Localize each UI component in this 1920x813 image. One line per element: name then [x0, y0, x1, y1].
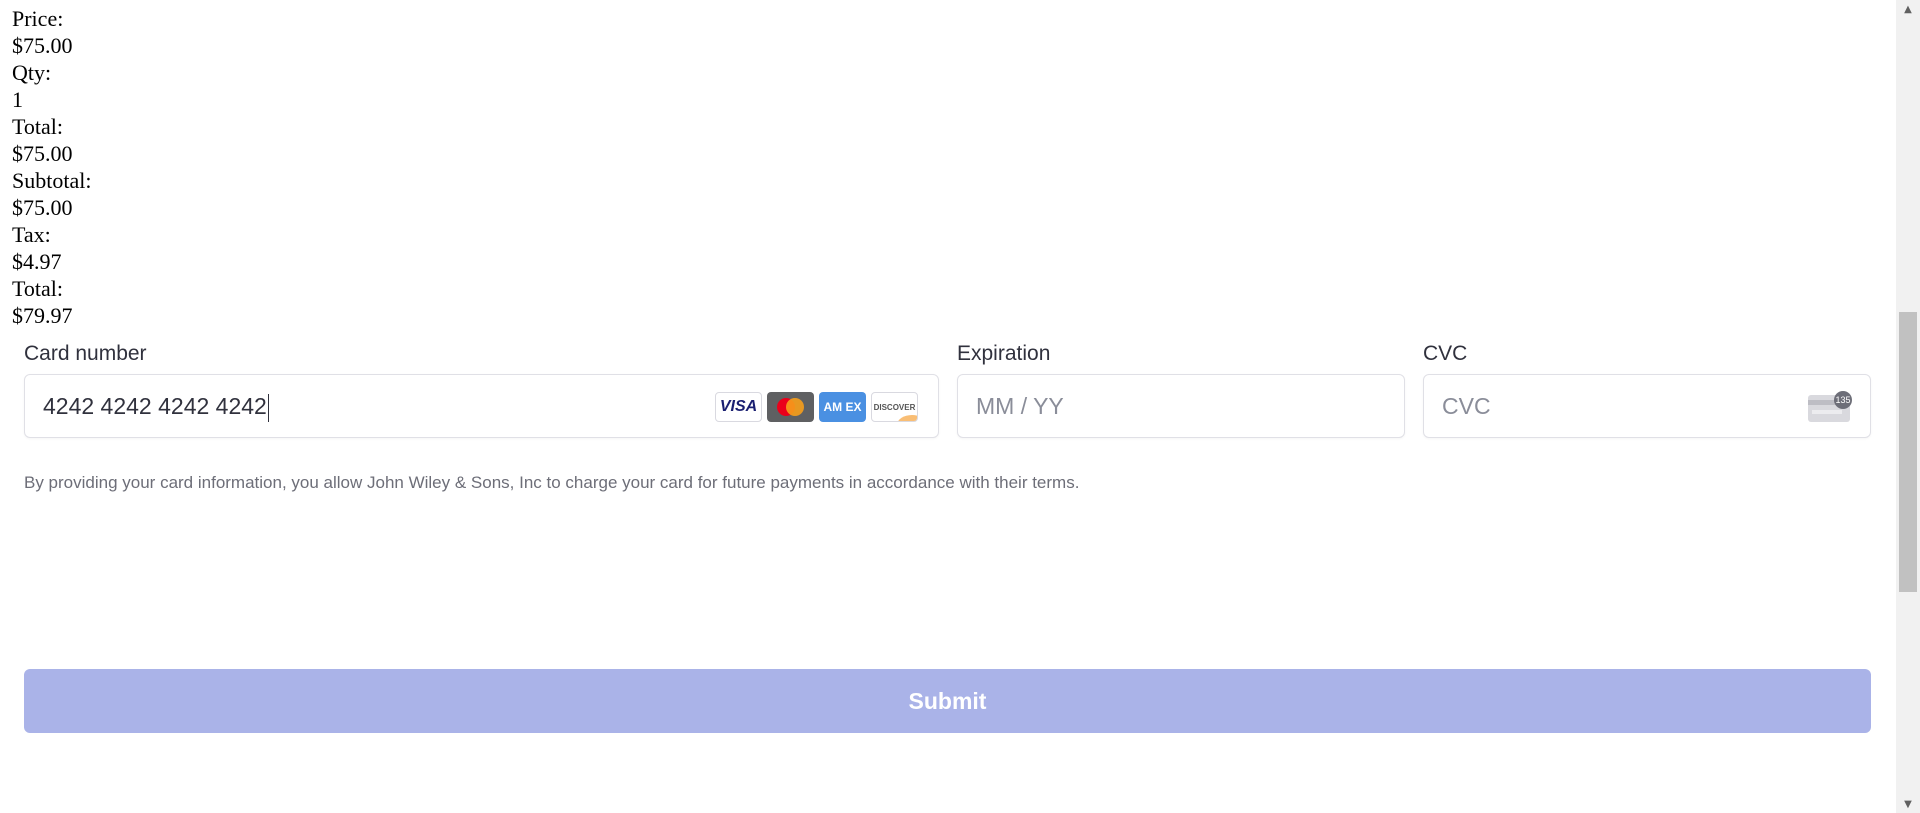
- card-number-field[interactable]: 4242 4242 4242 4242 VISA AM EX DISCOVER: [24, 374, 939, 438]
- line-total-label: Total:: [12, 114, 64, 139]
- tax-value: $4.97: [12, 249, 62, 274]
- card-number-value: 4242 4242 4242 4242: [43, 393, 267, 419]
- vertical-scrollbar[interactable]: ▲ ▼: [1896, 0, 1920, 813]
- discover-icon-text: DISCOVER: [873, 402, 916, 412]
- mastercard-icon: [767, 392, 814, 422]
- discover-icon: DISCOVER: [871, 392, 918, 422]
- expiration-input[interactable]: MM / YY: [976, 375, 1064, 437]
- qty-label: Qty:: [12, 60, 52, 85]
- expiration-field[interactable]: MM / YY: [957, 374, 1405, 438]
- tax-label: Tax:: [12, 222, 51, 247]
- line-total-value: $75.00: [12, 141, 73, 166]
- cvc-field[interactable]: CVC 135: [1423, 374, 1871, 438]
- qty-value: 1: [12, 87, 23, 112]
- submit-button[interactable]: Submit: [24, 669, 1871, 733]
- scroll-down-arrow-icon[interactable]: ▼: [1896, 795, 1920, 813]
- text-caret: [267, 393, 270, 422]
- cvc-input[interactable]: CVC: [1442, 375, 1491, 437]
- subtotal-value: $75.00: [12, 195, 73, 220]
- card-number-input[interactable]: 4242 4242 4242 4242: [43, 375, 270, 437]
- amex-icon: AM EX: [819, 392, 866, 422]
- subtotal-label: Subtotal:: [12, 168, 92, 193]
- visa-icon: VISA: [715, 392, 762, 422]
- order-summary: Price: $75.00 Qty: 1 Total: $75.00 Subto…: [12, 5, 91, 329]
- grand-total-value: $79.97: [12, 303, 73, 328]
- cvc-card-icon: 135: [1808, 391, 1852, 422]
- card-brand-icons: VISA AM EX DISCOVER: [715, 392, 918, 422]
- scrollbar-thumb[interactable]: [1899, 312, 1917, 592]
- cvc-icon-digits: 135: [1835, 395, 1850, 405]
- cvc-label: CVC: [1423, 342, 1468, 365]
- price-value: $75.00: [12, 33, 73, 58]
- card-number-label: Card number: [24, 342, 147, 365]
- card-terms-text: By providing your card information, you …: [24, 473, 1080, 492]
- grand-total-label: Total:: [12, 276, 64, 301]
- expiration-label: Expiration: [957, 342, 1051, 365]
- price-label: Price:: [12, 6, 64, 31]
- scroll-up-arrow-icon[interactable]: ▲: [1896, 0, 1920, 18]
